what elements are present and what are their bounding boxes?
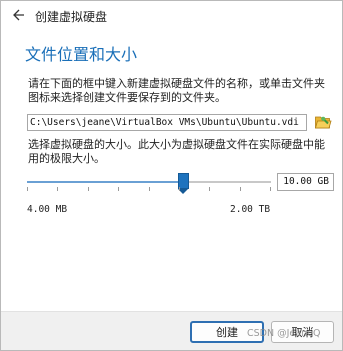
back-arrow-icon[interactable] bbox=[10, 7, 26, 23]
slider-tick bbox=[118, 187, 119, 191]
file-path-input[interactable]: C:\Users\jeane\VirtualBox VMs\Ubuntu\Ubu… bbox=[27, 114, 307, 131]
slider-tick bbox=[27, 187, 28, 191]
size-description: 选择虚拟硬盘的大小。此大小为虚拟硬盘文件在实际硬盘中能用的极限大小。 bbox=[28, 138, 325, 165]
slider-tick bbox=[149, 187, 150, 191]
folder-open-icon[interactable] bbox=[314, 113, 332, 131]
slider-tick bbox=[240, 187, 241, 191]
slider-tick bbox=[57, 187, 58, 191]
disk-size-slider[interactable] bbox=[27, 173, 271, 195]
location-description: 请在下面的框中键入新建虚拟硬盘文件的名称，或单击文件夹图标来选择创建文件要保存到… bbox=[28, 77, 325, 104]
size-max-label: 2.00 TB bbox=[230, 204, 271, 215]
disk-size-input[interactable]: 10.00 GB bbox=[277, 173, 334, 191]
page-heading: 文件位置和大小 bbox=[25, 45, 138, 64]
window-title: 创建虚拟硬盘 bbox=[35, 10, 108, 24]
slider-tick bbox=[88, 187, 89, 191]
slider-tick bbox=[179, 187, 180, 191]
slider-fill bbox=[27, 181, 184, 183]
watermark: CSDN @JeaneQ bbox=[247, 328, 321, 339]
title-bar: 创建虚拟硬盘 bbox=[1, 1, 342, 32]
slider-tick bbox=[209, 187, 210, 191]
size-min-label: 4.00 MB bbox=[27, 204, 68, 215]
slider-tick bbox=[270, 187, 271, 191]
create-virtual-disk-dialog: 创建虚拟硬盘 文件位置和大小 请在下面的框中键入新建虚拟硬盘文件的名称，或单击文… bbox=[0, 0, 343, 351]
